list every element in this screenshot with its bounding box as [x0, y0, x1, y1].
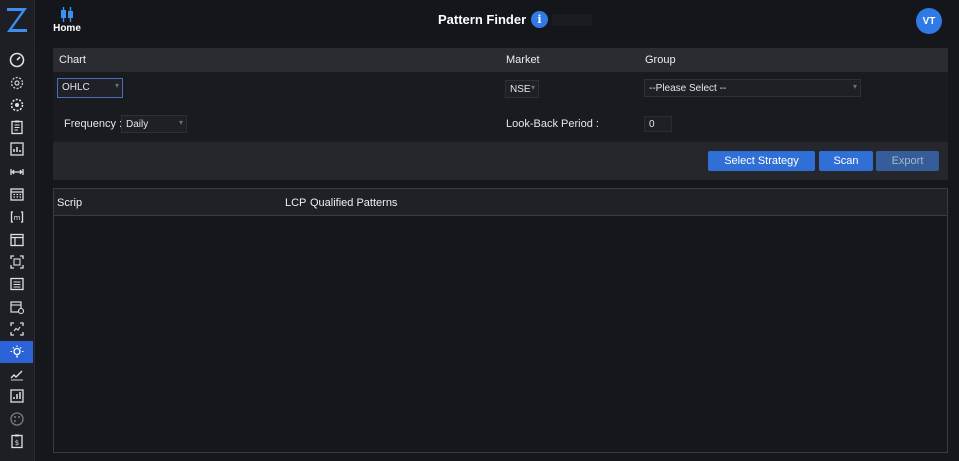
chart-report-icon[interactable] [0, 139, 33, 159]
calendar-grid-icon[interactable] [0, 184, 33, 204]
table-body [54, 217, 947, 452]
bracket-m-icon[interactable]: m [0, 207, 33, 227]
column-header-qualified-patterns[interactable]: Qualified Patterns [310, 197, 397, 209]
candlestick-icon [61, 7, 73, 22]
market-select[interactable]: NSE ▾ [505, 80, 539, 98]
top-bar: Home Pattern Finder i VT [35, 0, 959, 42]
chart-box-icon[interactable] [0, 386, 33, 406]
column-header-lcp[interactable]: LCP [285, 197, 306, 209]
list-box-icon[interactable] [0, 274, 33, 294]
frequency-select[interactable]: Daily ▾ [121, 115, 187, 133]
results-table: Scrip LCP Qualified Patterns [53, 188, 948, 453]
dashboard-gauge-icon[interactable] [0, 50, 33, 70]
frequency-label: Frequency : [64, 118, 123, 130]
chevron-down-icon: ▾ [114, 81, 119, 90]
filter-panel: Chart Market Group OHLC ▾ NSE ▾ --Please… [53, 48, 948, 180]
group-select[interactable]: --Please Select -- ▾ [644, 79, 861, 97]
market-header: Market [506, 54, 540, 66]
chart-type-value: OHLC [62, 82, 90, 93]
palette-icon[interactable] [0, 409, 33, 429]
range-arrows-icon[interactable] [0, 162, 33, 182]
lookback-input[interactable]: 0 [644, 116, 672, 132]
export-button[interactable]: Export [876, 151, 939, 171]
clipboard-list-icon[interactable] [0, 117, 33, 137]
filter-panel-header: Chart Market Group [53, 48, 948, 72]
info-icon[interactable]: i [531, 11, 548, 28]
scan-frame-icon[interactable] [0, 252, 33, 272]
select-strategy-button[interactable]: Select Strategy [708, 151, 815, 171]
group-header: Group [645, 54, 676, 66]
frequency-value: Daily [126, 119, 149, 130]
chevron-down-icon: ▾ [852, 82, 857, 91]
scan-button[interactable]: Scan [819, 151, 873, 171]
settings-gear-icon[interactable] [0, 73, 33, 93]
chart-header: Chart [59, 54, 86, 66]
svg-text:$: $ [14, 439, 18, 447]
group-value: --Please Select -- [649, 83, 727, 94]
page-title: Pattern Finder [438, 12, 527, 27]
chevron-down-icon: ▾ [178, 118, 183, 127]
scan-chart-icon[interactable] [0, 319, 33, 339]
sidebar: m $ [0, 0, 35, 461]
chart-type-select[interactable]: OHLC ▾ [57, 78, 123, 98]
avatar[interactable]: VT [916, 8, 942, 34]
column-header-scrip[interactable]: Scrip [57, 197, 82, 209]
chevron-down-icon: ▾ [530, 83, 535, 92]
pattern-finder-app: m $ Home Pattern Finder i VT Chart Marke… [0, 0, 959, 461]
z-logo-icon[interactable] [4, 5, 30, 35]
clipboard-dollar-icon[interactable]: $ [0, 431, 33, 451]
calendar-settings-icon[interactable] [0, 297, 33, 317]
svg-text:m: m [13, 214, 20, 222]
home-button[interactable]: Home [52, 6, 82, 38]
market-value: NSE [510, 84, 531, 95]
home-label: Home [53, 23, 81, 34]
window-panel-icon[interactable] [0, 230, 33, 250]
title-placeholder-box [552, 14, 592, 26]
table-header: Scrip LCP Qualified Patterns [54, 189, 947, 216]
lookback-label: Look-Back Period : [506, 118, 599, 130]
settings-cog-icon[interactable] [0, 95, 33, 115]
pattern-bulb-icon[interactable] [0, 341, 33, 363]
trend-check-icon[interactable] [0, 365, 33, 385]
